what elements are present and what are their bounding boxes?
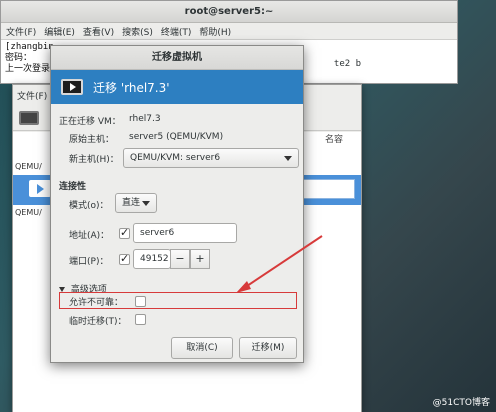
chevron-down-icon <box>142 201 150 206</box>
terminal-title: root@server5:~ <box>1 1 457 23</box>
dialog-title: 迁移虚拟机 <box>51 46 303 70</box>
new-vm-icon[interactable] <box>19 110 39 125</box>
column-header[interactable]: 名容 <box>325 132 343 145</box>
menu-search[interactable]: 搜索(S) <box>122 25 153 38</box>
mode-label: 模式(o)： <box>69 201 109 211</box>
source-host-label: 原始主机： <box>69 135 115 145</box>
menu-terminal[interactable]: 终端(T) <box>161 25 192 38</box>
watermark: @51CTO博客 <box>432 398 490 408</box>
connection-group[interactable]: QEMU/ <box>15 208 42 217</box>
migrating-value: rhel7.3 <box>129 114 161 124</box>
temporary-migration-label: 临时迁移(T)： <box>69 317 127 327</box>
dialog-header-title: 迁移 'rhel7.3' <box>93 80 170 95</box>
vm-running-icon <box>29 180 51 197</box>
menu-file[interactable]: 文件(F) <box>6 25 36 38</box>
migrate-button[interactable]: 迁移(M) <box>239 337 297 359</box>
terminal-menubar: 文件(F) 编辑(E) 查看(V) 搜索(S) 终端(T) 帮助(H) <box>1 23 457 40</box>
chevron-down-icon <box>284 156 292 161</box>
port-label: 端口(P)： <box>69 257 109 267</box>
address-label: 地址(A)： <box>69 231 110 241</box>
port-decrement-button[interactable]: − <box>170 249 190 269</box>
new-host-value: QEMU/KVM: server6 <box>130 153 221 163</box>
address-input[interactable]: server6 <box>133 223 237 243</box>
vmm-menu-file[interactable]: 文件(F) <box>17 89 47 102</box>
migrate-dialog: 迁移虚拟机 迁移 'rhel7.3' 正在迁移 VM： rhel7.3 原始主机… <box>50 45 304 363</box>
migrating-label: 正在迁移 VM： <box>59 117 121 127</box>
connectivity-heading: 连接性 <box>59 182 87 192</box>
allow-unsafe-checkbox[interactable] <box>135 296 146 307</box>
dialog-header: 迁移 'rhel7.3' <box>51 70 303 104</box>
port-increment-button[interactable]: + <box>190 249 210 269</box>
temporary-migration-checkbox[interactable] <box>135 314 146 325</box>
menu-edit[interactable]: 编辑(E) <box>44 25 75 38</box>
port-input[interactable]: 49152 <box>133 249 171 269</box>
new-host-combo[interactable]: QEMU/KVM: server6 <box>123 148 299 168</box>
vm-monitor-icon <box>61 79 83 95</box>
cancel-button[interactable]: 取消(C) <box>171 337 233 359</box>
terminal-fragment: te2 b <box>333 59 361 69</box>
menu-help[interactable]: 帮助(H) <box>199 25 231 38</box>
address-checkbox[interactable] <box>119 226 130 239</box>
mode-value: 直连 <box>122 198 141 208</box>
menu-view[interactable]: 查看(V) <box>83 25 114 38</box>
mode-combo[interactable]: 直连 <box>115 193 157 213</box>
source-host-value: server5 (QEMU/KVM) <box>129 132 224 142</box>
port-checkbox[interactable] <box>119 252 130 265</box>
new-host-label: 新主机(H)： <box>69 155 119 165</box>
allow-unsafe-label: 允许不可靠： <box>69 298 124 308</box>
connection-group[interactable]: QEMU/ <box>15 162 42 171</box>
